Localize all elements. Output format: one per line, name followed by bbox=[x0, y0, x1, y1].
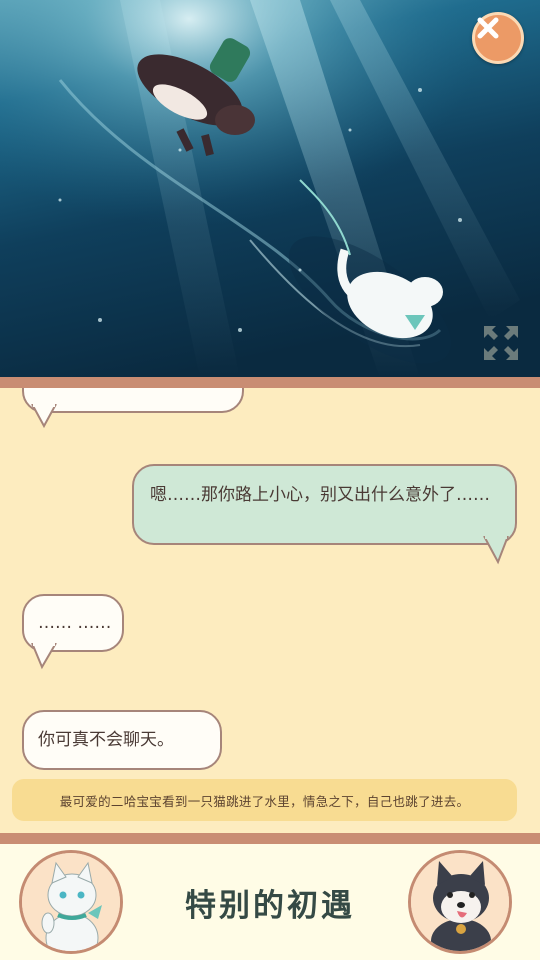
bubble-tail bbox=[31, 643, 57, 670]
chat-bubble-left: …… …… bbox=[22, 594, 124, 670]
chat-bubble-text: 嗯……那你路上小心，别又出什么意外了…… bbox=[150, 485, 490, 505]
chat-bubble-right: 嗯……那你路上小心，别又出什么意外了…… bbox=[132, 464, 517, 565]
chapter-footer: 特别的初遇 bbox=[0, 844, 540, 960]
bubble-tail bbox=[483, 536, 509, 565]
husky-avatar[interactable] bbox=[408, 850, 512, 954]
chat-bubble-text: 你可真不会聊天。 bbox=[38, 730, 174, 750]
chat-bubble-text: …… …… bbox=[38, 613, 112, 633]
divider-top bbox=[0, 377, 540, 388]
bubble-tail bbox=[31, 404, 57, 429]
expand-button[interactable] bbox=[480, 322, 522, 364]
story-illustration bbox=[0, 0, 540, 378]
chapter-title: 特别的初遇 bbox=[185, 888, 355, 924]
chat-bubble-left: 你可真不会聊天。 bbox=[22, 710, 222, 770]
narration-banner: 最可爱的二哈宝宝看到一只猫跳进了水里，情急之下，自己也跳了进去。 bbox=[12, 779, 517, 821]
underwater-scene bbox=[0, 0, 540, 378]
cat-avatar[interactable] bbox=[19, 850, 123, 954]
close-button[interactable] bbox=[472, 12, 524, 64]
chat-bubble-left bbox=[22, 388, 244, 429]
expand-icon bbox=[484, 326, 518, 360]
cat-portrait bbox=[22, 853, 120, 951]
divider-bottom bbox=[0, 833, 540, 844]
husky-portrait bbox=[411, 853, 509, 951]
close-icon bbox=[477, 17, 499, 39]
chat-log: 嗯……那你路上小心，别又出什么意外了…… …… …… 你可真不会聊天。 bbox=[0, 388, 540, 833]
